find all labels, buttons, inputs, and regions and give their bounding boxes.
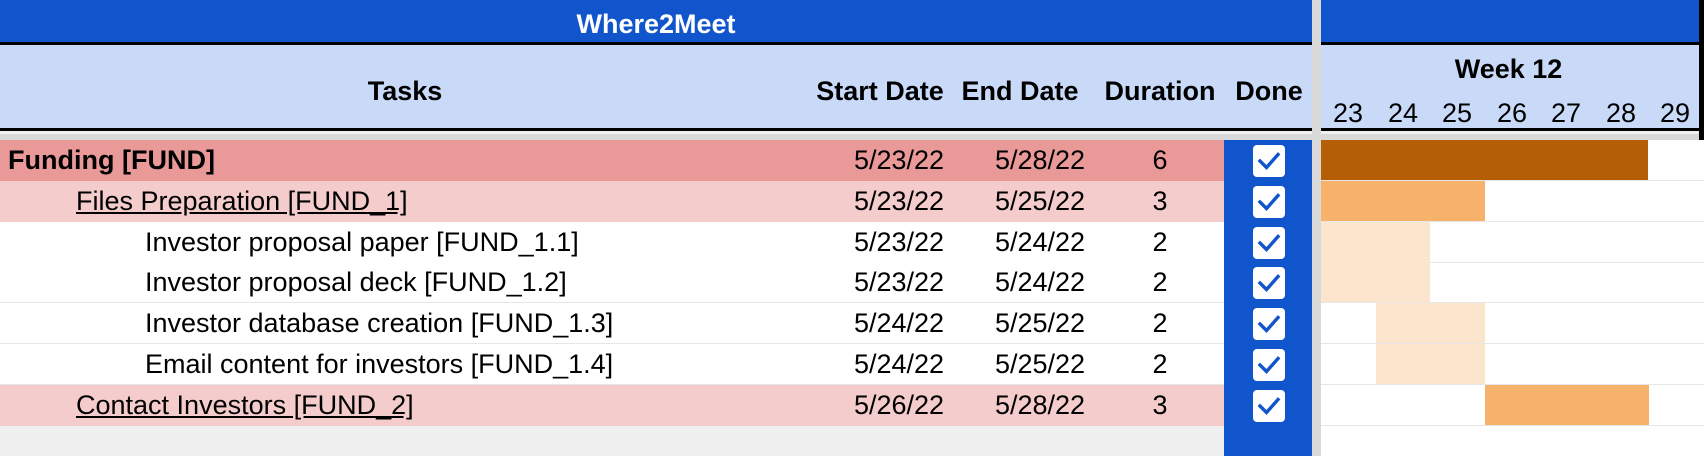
done-checkbox[interactable] [1253,267,1285,299]
done-checkbox[interactable] [1253,186,1285,218]
task-row[interactable]: Funding [FUND] 5/23/22 5/28/22 6 [0,140,1312,181]
header-start-date[interactable]: Start Date [810,45,950,128]
gantt-bar [1376,344,1485,385]
duration-cell[interactable]: 2 [1100,262,1220,303]
task-row[interactable]: Email content for investors [FUND_1.4] 5/… [0,344,1312,385]
gantt-bar [1321,222,1430,263]
task-row[interactable]: Investor proposal deck [FUND_1.2] 5/23/22… [0,262,1312,303]
task-row[interactable]: Contact Investors [FUND_2] 5/26/22 5/28/22… [0,385,1312,426]
checkmark-icon [1257,152,1281,170]
task-name[interactable]: Email content for investors [FUND_1.4] [145,344,613,385]
duration-cell[interactable]: 2 [1100,303,1220,344]
done-checkbox[interactable] [1253,349,1285,381]
task-row[interactable]: Investor database creation [FUND_1.3] 5/2… [0,303,1312,344]
task-row[interactable]: Files Preparation [FUND_1] 5/23/22 5/25/22… [0,181,1312,222]
start-date-cell[interactable]: 5/26/22 [834,385,964,426]
checkmark-icon [1257,397,1281,415]
gantt-bar [1321,140,1648,181]
start-date-cell[interactable]: 5/24/22 [834,303,964,344]
divider [1699,0,1704,140]
end-date-cell[interactable]: 5/25/22 [975,344,1105,385]
sheet-title: Where2Meet [0,0,1312,42]
duration-cell[interactable]: 2 [1100,222,1220,263]
done-checkbox[interactable] [1253,390,1285,422]
gantt-bar [1485,385,1649,426]
gantt-gridline [1321,425,1704,426]
week-label: Week 12 [1454,54,1563,84]
start-date-cell[interactable]: 5/23/22 [834,181,964,222]
day-label: 25 [1441,98,1473,128]
end-date-cell[interactable]: 5/28/22 [975,385,1105,426]
frozen-pane-divider[interactable] [1312,0,1321,456]
day-label: 24 [1387,98,1419,128]
task-row[interactable]: Investor proposal paper [FUND_1.1] 5/23/2… [0,222,1312,263]
gantt-bar [1376,303,1485,344]
start-date-cell[interactable]: 5/23/22 [834,222,964,263]
done-checkbox[interactable] [1253,308,1285,340]
checkmark-icon [1257,274,1281,292]
start-date-cell[interactable]: 5/23/22 [834,140,964,181]
task-name[interactable]: Contact Investors [FUND_2] [76,385,414,426]
day-label: 29 [1659,98,1691,128]
day-label: 26 [1496,98,1528,128]
end-date-cell[interactable]: 5/28/22 [975,140,1105,181]
task-name[interactable]: Funding [FUND] [8,140,215,181]
task-name[interactable]: Investor proposal paper [FUND_1.1] [145,222,579,263]
header-done[interactable]: Done [1226,45,1312,128]
duration-cell[interactable]: 6 [1100,140,1220,181]
header-end-date[interactable]: End Date [950,45,1090,128]
start-date-cell[interactable]: 5/24/22 [834,344,964,385]
task-name[interactable]: Investor database creation [FUND_1.3] [145,303,613,344]
column-header-row: Tasks Start Date End Date Duration Done [0,45,1312,131]
duration-cell[interactable]: 3 [1100,385,1220,426]
timeline-title-band [1321,0,1704,42]
day-label: 28 [1605,98,1637,128]
day-label: 27 [1550,98,1582,128]
start-date-cell[interactable]: 5/23/22 [834,262,964,303]
gantt-bar [1321,181,1485,222]
header-tasks[interactable]: Tasks [0,45,810,128]
end-date-cell[interactable]: 5/24/22 [975,262,1105,303]
duration-cell[interactable]: 2 [1100,344,1220,385]
task-name[interactable]: Files Preparation [FUND_1] [76,181,408,222]
done-checkbox[interactable] [1253,227,1285,259]
task-name[interactable]: Investor proposal deck [FUND_1.2] [145,262,567,303]
end-date-cell[interactable]: 5/24/22 [975,222,1105,263]
gantt-bar [1321,262,1430,303]
checkmark-icon [1257,234,1281,252]
duration-cell[interactable]: 3 [1100,181,1220,222]
gantt-chart [1321,140,1704,456]
checkmark-icon [1257,193,1281,211]
end-date-cell[interactable]: 5/25/22 [975,181,1105,222]
header-duration[interactable]: Duration [1090,45,1230,128]
checkmark-icon [1257,315,1281,333]
day-label: 23 [1332,98,1364,128]
end-date-cell[interactable]: 5/25/22 [975,303,1105,344]
done-checkbox[interactable] [1253,145,1285,177]
checkmark-icon [1257,356,1281,374]
